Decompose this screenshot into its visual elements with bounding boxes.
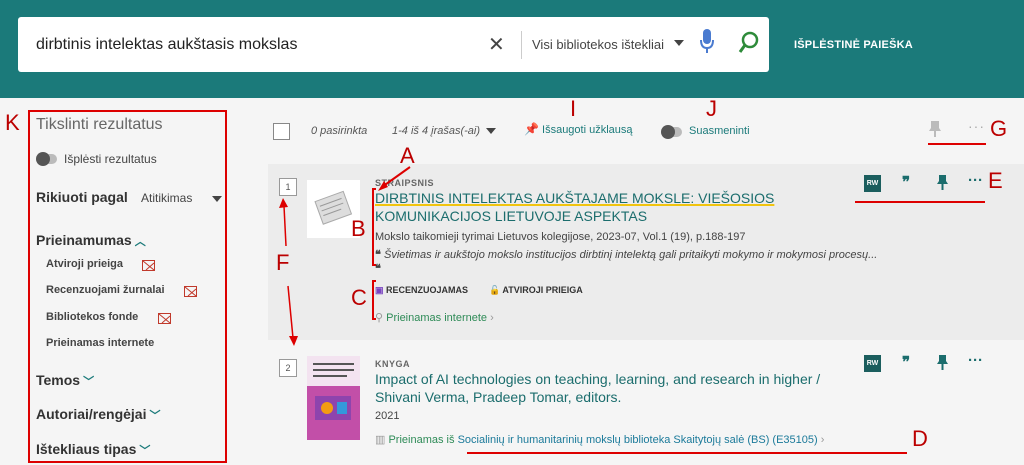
- clear-icon[interactable]: ✕: [488, 32, 505, 57]
- result-snippet-text: Švietimas ir aukštojo mokslo institucijo…: [383, 249, 878, 261]
- result-title-line2: KOMUNIKACIJOS LIETUVOJE ASPEKTAS: [375, 208, 648, 224]
- select-all-checkbox[interactable]: [273, 123, 290, 140]
- link-icon: ⚲: [375, 312, 384, 324]
- availability-prefix: Prieinamas iš: [388, 434, 455, 446]
- annotation-bracket-c: [372, 280, 376, 320]
- annotation-underline-d: [467, 452, 907, 454]
- annotation-arrow-a: [378, 166, 411, 191]
- result-title-line2: Shivani Verma, Pradeep Tomar, editors.: [375, 389, 622, 405]
- annotation-underline-g: [928, 143, 986, 145]
- personalize-toggle[interactable]: [661, 125, 682, 139]
- result-title-line1: DIRBTINIS INTELEKTAS AUKŠTAJAME MOKSLE: …: [375, 190, 775, 206]
- personalize-label: Suasmeninti: [689, 125, 750, 137]
- annotation-label-k: K: [5, 110, 20, 135]
- peer-review-label: RECENZUOJAMAS: [386, 285, 469, 295]
- more-icon[interactable]: ···: [968, 352, 983, 369]
- annotation-label-b: B: [351, 216, 366, 241]
- chevron-right-icon: ›: [820, 434, 825, 446]
- pin-icon: 📌: [524, 122, 539, 136]
- result-year: 2021: [375, 410, 400, 422]
- annotation-label-j: J: [706, 96, 717, 121]
- more-icon[interactable]: ···: [968, 172, 983, 189]
- save-query-label: Išsaugoti užklausą: [542, 124, 633, 136]
- dropdown-caret-icon[interactable]: [486, 128, 496, 134]
- result-index[interactable]: 2: [279, 359, 297, 377]
- pin-icon[interactable]: [936, 355, 949, 370]
- library-icon: ▥: [375, 434, 386, 446]
- save-query-button[interactable]: 📌 Išsaugoti užklausą: [524, 122, 633, 136]
- search-divider: [521, 31, 522, 59]
- search-icon[interactable]: [738, 31, 760, 55]
- book-cover-icon: [307, 356, 360, 440]
- peer-review-icon: ▣: [375, 285, 384, 295]
- pin-icon[interactable]: [936, 175, 949, 190]
- annotation-arrows-f: [279, 198, 298, 346]
- peer-review-badge: ▣ RECENZUOJAMAS: [375, 285, 468, 296]
- result-type: KNYGA: [375, 359, 411, 369]
- results-count[interactable]: 1-4 iš 4 įrašas(-ai): [392, 125, 480, 137]
- search-header: dirbtinis intelektas aukštasis mokslas ✕…: [0, 0, 1024, 98]
- availability-location: Socialinių ir humanitarinių mokslų bibli…: [457, 434, 818, 446]
- microphone-icon[interactable]: [700, 29, 714, 55]
- annotation-label-c: C: [351, 285, 367, 310]
- result-index[interactable]: 1: [279, 178, 297, 196]
- result-snippet: ❝ Švietimas ir aukštojo mokslo instituci…: [375, 248, 877, 261]
- quote-icon[interactable]: ❞: [902, 353, 910, 371]
- search-box[interactable]: dirbtinis intelektas aukštasis mokslas ✕…: [18, 17, 769, 72]
- annotation-label-d: D: [912, 426, 928, 451]
- open-access-label: ATVIROJI PRIEIGA: [502, 285, 583, 295]
- chevron-right-icon: ›: [490, 312, 494, 324]
- search-input[interactable]: dirbtinis intelektas aukštasis mokslas: [36, 36, 297, 54]
- selected-count: 0 pasirinkta: [311, 125, 368, 137]
- annotation-box-k: [28, 110, 227, 463]
- result-title[interactable]: Impact of AI technologies on teaching, l…: [375, 370, 865, 406]
- annotation-underline-e: [855, 201, 985, 203]
- open-access-badge: 🔓 ATVIROJI PRIEIGA: [489, 285, 583, 296]
- open-access-icon: 🔓: [489, 285, 501, 295]
- dropdown-caret-icon[interactable]: [674, 40, 684, 46]
- more-icon[interactable]: ···: [968, 118, 985, 134]
- result-title-line1: Impact of AI technologies on teaching, l…: [375, 371, 821, 387]
- annotation-label-i: I: [570, 96, 577, 121]
- annotation-label-e: E: [988, 168, 1003, 193]
- availability-label: Prieinamas internete: [386, 312, 488, 324]
- annotation-bracket-b: [372, 188, 376, 266]
- availability-link[interactable]: ⚲ Prieinamas internete ›: [375, 311, 494, 324]
- result-title[interactable]: DIRBTINIS INTELEKTAS AUKŠTAJAME MOKSLE: …: [375, 189, 845, 225]
- rw-icon[interactable]: RW: [864, 175, 881, 192]
- search-scope-select[interactable]: Visi bibliotekos ištekliai: [532, 37, 664, 52]
- advanced-search-link[interactable]: IŠPLĖSTINĖ PAIEŠKA: [794, 39, 913, 51]
- rw-icon[interactable]: RW: [864, 355, 881, 372]
- availability-link[interactable]: ▥ Prieinamas iš Socialinių ir humanitari…: [375, 433, 824, 446]
- pin-icon[interactable]: [928, 121, 942, 137]
- result-source: Mokslo taikomieji tyrimai Lietuvos koleg…: [375, 231, 746, 243]
- result-card[interactable]: 2 KNYGA Impact of AI technologies on tea…: [268, 346, 1024, 465]
- annotation-label-g: G: [990, 116, 1008, 141]
- quote-icon[interactable]: ❞: [902, 173, 910, 191]
